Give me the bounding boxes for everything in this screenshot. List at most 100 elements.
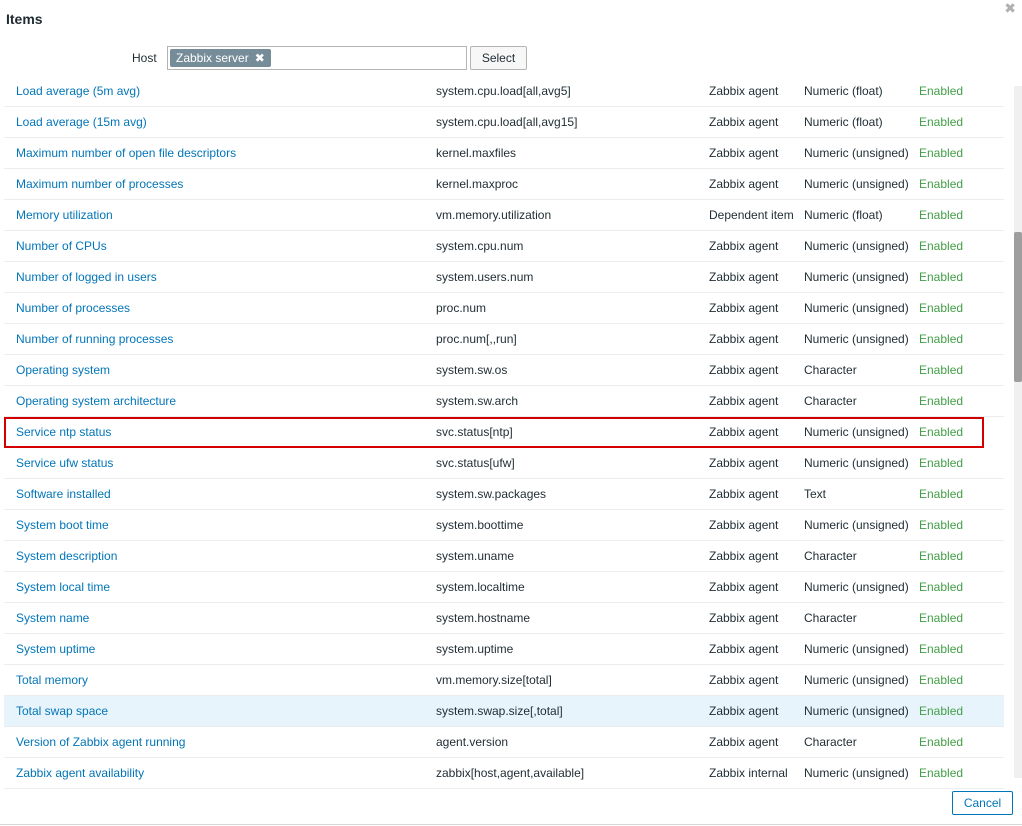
remove-tag-icon[interactable]: ✖ (255, 51, 265, 65)
item-info-type: Numeric (unsigned) (804, 673, 909, 687)
table-row[interactable]: Maximum number of open file descriptors … (4, 138, 1004, 169)
item-status: Enabled (919, 642, 964, 656)
table-row[interactable]: System boot time system.boottime Zabbix … (4, 510, 1004, 541)
item-key: system.users.num (436, 270, 534, 284)
item-name-link[interactable]: Software installed (16, 487, 111, 501)
item-key: svc.status[ntp] (436, 425, 513, 439)
table-row-hovered[interactable]: Total swap space system.swap.size[,total… (4, 696, 1004, 727)
item-name-link[interactable]: Operating system (16, 363, 110, 377)
table-row[interactable]: Software installed system.sw.packages Za… (4, 479, 1004, 510)
item-name-link[interactable]: Number of logged in users (16, 270, 157, 284)
table-row[interactable]: Service ufw status svc.status[ufw] Zabbi… (4, 448, 1004, 479)
item-name-link[interactable]: Number of running processes (16, 332, 173, 346)
table-row[interactable]: Load average (15m avg) system.cpu.load[a… (4, 107, 1004, 138)
item-name-link[interactable]: Total swap space (16, 704, 108, 718)
item-name-link[interactable]: System name (16, 611, 89, 625)
item-type: Zabbix agent (709, 487, 779, 501)
table-row[interactable]: Total memory vm.memory.size[total] Zabbi… (4, 665, 1004, 696)
item-info-type: Numeric (float) (804, 208, 883, 222)
item-name-link[interactable]: Load average (15m avg) (16, 115, 147, 129)
item-key: system.uname (436, 549, 515, 563)
item-type: Zabbix agent (709, 394, 779, 408)
table-row[interactable]: Maximum number of processes kernel.maxpr… (4, 169, 1004, 200)
item-info-type: Numeric (unsigned) (804, 301, 909, 315)
item-name-link[interactable]: Number of CPUs (16, 239, 107, 253)
item-name-link[interactable]: Number of processes (16, 301, 130, 315)
item-status: Enabled (919, 301, 964, 315)
item-key: proc.num[,,run] (436, 332, 517, 346)
item-status: Enabled (919, 456, 964, 470)
table-row[interactable]: System uptime system.uptime Zabbix agent… (4, 634, 1004, 665)
item-info-type: Character (804, 735, 857, 749)
item-type: Zabbix agent (709, 580, 779, 594)
table-row[interactable]: Number of running processes proc.num[,,r… (4, 324, 1004, 355)
item-name-link[interactable]: Service ntp status (16, 425, 111, 439)
item-type: Zabbix agent (709, 735, 779, 749)
item-name-link[interactable]: System boot time (16, 518, 109, 532)
table-row[interactable]: System name system.hostname Zabbix agent… (4, 603, 1004, 634)
item-name-link[interactable]: Memory utilization (16, 208, 113, 222)
item-type: Zabbix agent (709, 518, 779, 532)
item-type: Zabbix agent (709, 363, 779, 377)
table-row[interactable]: Version of Zabbix agent running agent.ve… (4, 727, 1004, 758)
item-key: system.sw.arch (436, 394, 519, 408)
item-key: vm.memory.utilization (436, 208, 552, 222)
cancel-button[interactable]: Cancel (952, 791, 1013, 815)
item-name-link[interactable]: Maximum number of processes (16, 177, 183, 191)
item-info-type: Numeric (float) (804, 84, 883, 98)
item-status: Enabled (919, 611, 964, 625)
item-name-link[interactable]: Service ufw status (16, 456, 113, 470)
item-info-type: Character (804, 363, 857, 377)
table-row[interactable]: Zabbix agent availability zabbix[host,ag… (4, 758, 1004, 789)
item-type: Zabbix agent (709, 611, 779, 625)
item-type: Zabbix agent (709, 673, 779, 687)
host-tag: Zabbix server ✖ (170, 49, 271, 67)
item-key: system.sw.os (436, 363, 508, 377)
table-row[interactable]: Load average (5m avg) system.cpu.load[al… (4, 76, 1004, 107)
item-info-type: Numeric (unsigned) (804, 456, 909, 470)
item-info-type: Numeric (unsigned) (804, 177, 909, 191)
close-icon[interactable]: ✖ (1004, 0, 1016, 17)
item-info-type: Numeric (unsigned) (804, 766, 909, 780)
item-name-link[interactable]: Total memory (16, 673, 88, 687)
item-type: Zabbix agent (709, 146, 779, 160)
table-row-highlighted[interactable]: Service ntp status svc.status[ntp] Zabbi… (4, 417, 984, 448)
item-status: Enabled (919, 270, 964, 284)
table-row[interactable]: Number of CPUs system.cpu.num Zabbix age… (4, 231, 1004, 262)
table-row[interactable]: System description system.uname Zabbix a… (4, 541, 1004, 572)
item-name-link[interactable]: System uptime (16, 642, 95, 656)
item-info-type: Numeric (unsigned) (804, 580, 909, 594)
item-info-type: Numeric (unsigned) (804, 270, 909, 284)
table-row[interactable]: Number of logged in users system.users.n… (4, 262, 1004, 293)
item-status: Enabled (919, 332, 964, 346)
item-name-link[interactable]: System local time (16, 580, 110, 594)
table-row[interactable]: Operating system architecture system.sw.… (4, 386, 1004, 417)
item-name-link[interactable]: Maximum number of open file descriptors (16, 146, 236, 160)
item-key: system.cpu.load[all,avg5] (436, 84, 571, 98)
item-info-type: Numeric (unsigned) (804, 146, 909, 160)
item-name-link[interactable]: Zabbix agent availability (16, 766, 144, 780)
item-status: Enabled (919, 84, 964, 98)
item-name-link[interactable]: Version of Zabbix agent running (16, 735, 185, 749)
item-key: proc.num (436, 301, 487, 315)
item-type: Zabbix internal (709, 766, 788, 780)
host-multiselect-input[interactable]: Zabbix server ✖ (167, 46, 467, 70)
table-row[interactable]: System local time system.localtime Zabbi… (4, 572, 1004, 603)
item-name-link[interactable]: Load average (5m avg) (16, 84, 140, 98)
table-row[interactable]: Operating system system.sw.os Zabbix age… (4, 355, 1004, 386)
scrollbar-thumb[interactable] (1014, 232, 1022, 382)
item-name-link[interactable]: Operating system architecture (16, 394, 176, 408)
item-key: kernel.maxfiles (436, 146, 517, 160)
dialog-title: Items (6, 11, 43, 27)
item-status: Enabled (919, 208, 964, 222)
table-row[interactable]: Memory utilization vm.memory.utilization… (4, 200, 1004, 231)
table-row[interactable]: Number of processes proc.num Zabbix agen… (4, 293, 1004, 324)
item-info-type: Text (804, 487, 827, 501)
item-status: Enabled (919, 239, 964, 253)
select-button[interactable]: Select (470, 46, 527, 70)
item-info-type: Numeric (unsigned) (804, 332, 909, 346)
scrollbar-track[interactable] (1014, 86, 1022, 778)
item-type: Zabbix agent (709, 332, 779, 346)
item-name-link[interactable]: System description (16, 549, 117, 563)
item-key: kernel.maxproc (436, 177, 519, 191)
